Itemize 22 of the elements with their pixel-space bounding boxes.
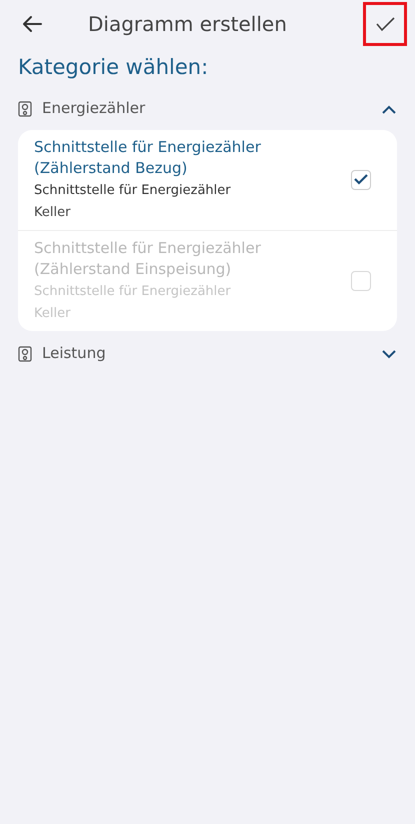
back-arrow-icon: [22, 15, 42, 33]
category-label: Leistung: [42, 343, 107, 364]
option-subtitle: Schnittstelle für Energiezähler: [34, 282, 232, 300]
meter-icon: [18, 100, 32, 116]
option-location: Keller: [34, 304, 72, 322]
chevron-down-icon: [381, 348, 397, 358]
option-location: Keller: [34, 204, 72, 222]
category-label: Energiezähler: [42, 98, 146, 120]
option-row[interactable]: Schnittstelle für Energiezähler (Zählerstand Bezug) Schnittstelle für Energiezähler Keller: [18, 130, 397, 230]
option-title: Schnittstelle für Energiezähler (Zählerstand Einspeisung): [34, 238, 262, 280]
chevron-up-icon: [381, 104, 397, 114]
meter-icon: [18, 346, 32, 362]
category-header[interactable]: Energiezähler: [0, 94, 415, 124]
option-title: Schnittstelle für Energiezähler (Zählerstand Bezug): [34, 136, 262, 178]
checkbox[interactable]: [351, 170, 371, 190]
page-title: Diagramm erstellen: [88, 11, 288, 38]
category-header[interactable]: Leistung: [0, 338, 415, 368]
checkmark-icon: [354, 174, 368, 185]
checkmark-icon: [375, 16, 395, 32]
option-subtitle: Schnittstelle für Energiezähler: [34, 182, 232, 200]
section-heading: Kategorie wählen:: [17, 54, 210, 81]
confirm-button[interactable]: [363, 2, 407, 46]
